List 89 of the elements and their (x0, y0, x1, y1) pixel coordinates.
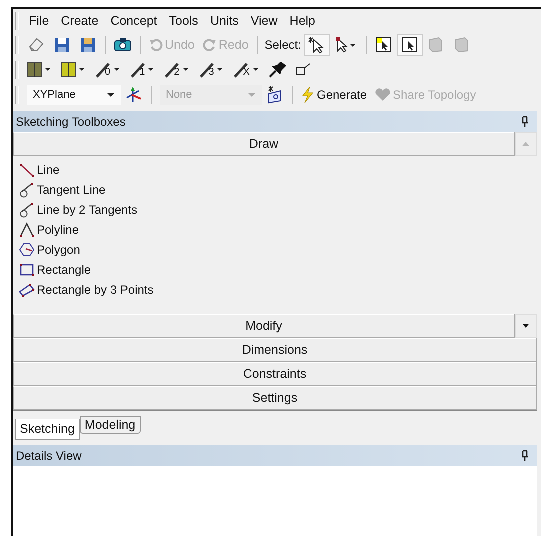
caret-icon (182, 66, 190, 72)
select-box-icon (401, 36, 420, 54)
shape-icon (427, 36, 446, 54)
caret-icon (107, 92, 115, 98)
section-header[interactable]: Settings (13, 386, 537, 410)
tool-label: Line by 2 Tangents (37, 203, 138, 217)
frame-icon (294, 62, 311, 76)
line-icon (130, 62, 145, 78)
select-edge-button[interactable] (397, 34, 424, 56)
shape-icon (453, 36, 472, 54)
line-dropdown[interactable]: 1 (126, 58, 160, 80)
line-icon (234, 62, 248, 78)
draw-tool-item[interactable]: Line by 2 Tangents (19, 200, 531, 220)
plane-dropdown[interactable]: XYPlane (27, 84, 121, 104)
tab[interactable]: Modeling (80, 416, 141, 434)
eraser-icon (27, 36, 45, 54)
line-index: X (243, 67, 250, 78)
redo-icon (202, 38, 217, 52)
line-index: 2 (174, 67, 180, 78)
section-header[interactable]: Modify (13, 314, 515, 338)
section-header[interactable]: Draw (13, 132, 515, 156)
line-icon (200, 62, 214, 78)
menu-item[interactable]: Concept (104, 14, 164, 28)
line-dropdown[interactable]: 2 (160, 58, 195, 80)
draw-tool-item[interactable]: Rectangle by 3 Points (19, 280, 531, 300)
caret-icon (147, 66, 156, 72)
panel-title: Details View (16, 448, 82, 462)
draw-tool-item[interactable]: Line (19, 160, 531, 180)
triangle-icon (522, 322, 530, 330)
generate-button[interactable]: Generate (297, 84, 372, 106)
draw-tool-item[interactable]: Tangent Line (19, 180, 531, 200)
select-box-icon (375, 36, 394, 54)
line-icon (165, 62, 180, 78)
tool-label: Rectangle (37, 263, 92, 277)
rectangle-icon (19, 262, 35, 278)
line-index: 0 (105, 67, 111, 78)
line-index: 1 (140, 67, 146, 78)
axes-icon (125, 86, 143, 104)
pin-icon[interactable] (521, 116, 529, 128)
heart-icon (375, 88, 392, 102)
tool-label: Polygon (37, 243, 80, 257)
scroll-down-button[interactable] (515, 314, 537, 338)
lightning-icon (301, 86, 315, 102)
pin-icon (268, 62, 287, 78)
tangent-icon (19, 182, 35, 198)
section-header[interactable]: Constraints (13, 362, 537, 386)
menu-item[interactable]: Tools (163, 14, 204, 28)
caret-icon (216, 66, 224, 72)
select-label: Select: (264, 38, 302, 52)
save-icon (53, 36, 71, 54)
line-dropdown[interactable]: 3 (194, 58, 230, 80)
draw-tool-item[interactable]: Polyline (19, 220, 531, 240)
tool-label: Line (37, 163, 60, 177)
section-header[interactable]: Dimensions (13, 338, 537, 362)
line-icon (19, 162, 35, 178)
undo-icon (149, 38, 163, 52)
menu-item[interactable]: Create (55, 14, 105, 28)
line-icon (96, 62, 110, 78)
select-new-button[interactable] (304, 34, 330, 56)
pin-icon[interactable] (521, 450, 529, 462)
tab[interactable]: Sketching (15, 419, 80, 440)
line-dropdown[interactable]: X (229, 58, 265, 80)
tool-label: Tangent Line (37, 183, 106, 197)
caret-icon (248, 92, 256, 98)
tangent-icon (19, 202, 35, 218)
tool-label: Polyline (37, 223, 80, 237)
rect3-icon (19, 282, 35, 298)
caret-icon (252, 66, 260, 72)
panel-title: Sketching Toolboxes (16, 114, 126, 128)
triangle-icon (522, 140, 530, 148)
draw-tool-item[interactable]: Polygon (19, 240, 531, 260)
new-sketch-icon (266, 86, 284, 104)
camera-icon (114, 36, 132, 52)
line-index: 3 (208, 67, 214, 78)
save-icon (79, 36, 97, 54)
polygon-icon (19, 242, 35, 258)
dropdown-value: None (166, 88, 192, 100)
cursor-icon (334, 36, 358, 54)
cursor-icon (308, 36, 326, 54)
menu-item[interactable]: Units (204, 14, 245, 28)
caret-icon (112, 66, 121, 72)
menu-item[interactable]: View (244, 14, 284, 28)
line-dropdown[interactable]: 0 (91, 58, 126, 80)
polyline-icon (19, 222, 35, 238)
draw-tool-item[interactable]: Rectangle (19, 260, 531, 280)
menu-item[interactable]: File (23, 14, 56, 28)
menu-item[interactable]: Help (284, 14, 322, 28)
dropdown-value: XYPlane (33, 88, 76, 100)
tool-label: Rectangle by 3 Points (37, 283, 154, 297)
